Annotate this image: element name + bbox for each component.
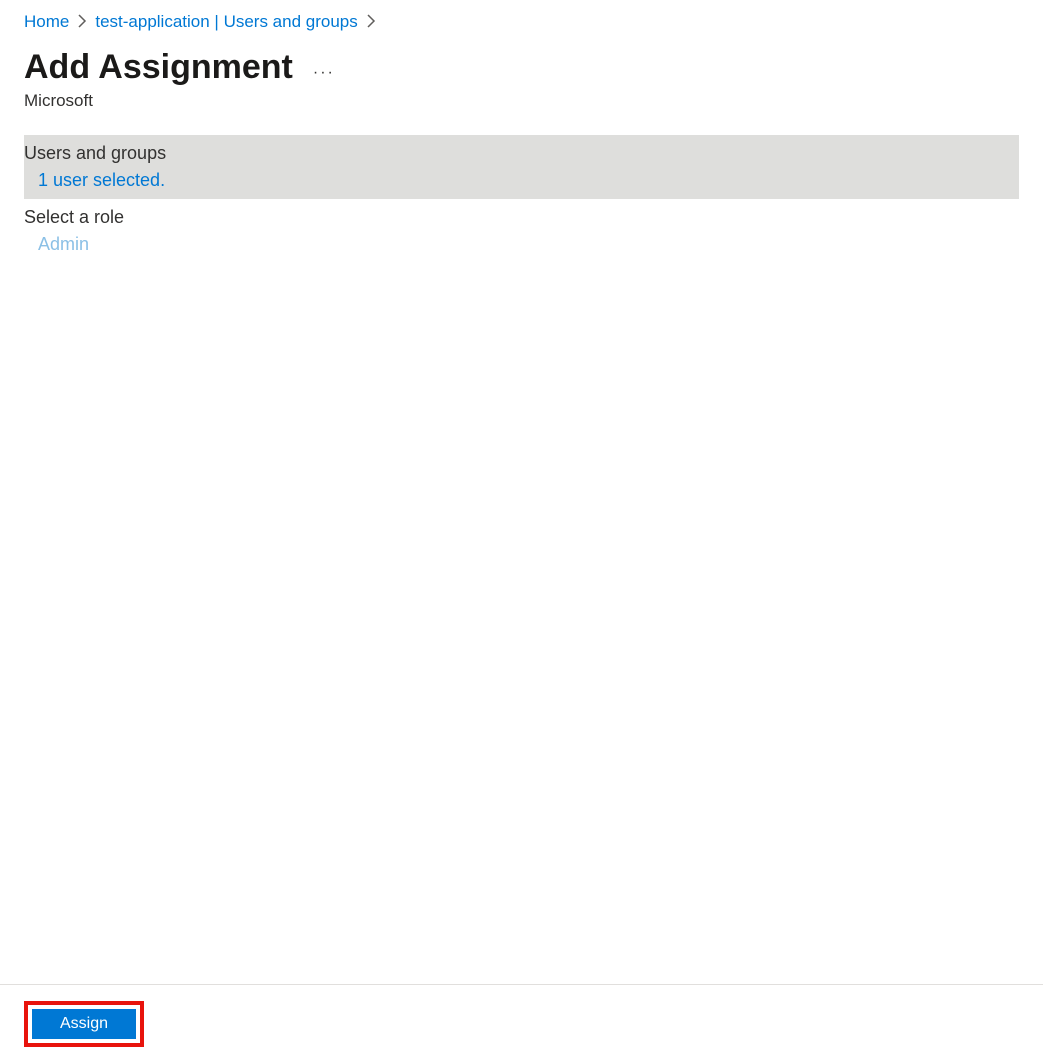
select-role-value[interactable]: Admin — [24, 234, 1019, 255]
users-and-groups-section[interactable]: Users and groups 1 user selected. — [24, 135, 1019, 199]
chevron-right-icon — [77, 14, 87, 31]
page-title: Add Assignment — [24, 48, 293, 87]
breadcrumb: Home test-application | Users and groups — [0, 0, 1043, 40]
select-role-section[interactable]: Select a role Admin — [24, 199, 1019, 263]
users-and-groups-value[interactable]: 1 user selected. — [24, 170, 1019, 191]
assign-highlight-box: Assign — [24, 1001, 144, 1047]
more-options-icon[interactable]: ··· — [313, 54, 335, 82]
page-header: Add Assignment ··· — [0, 40, 1043, 91]
select-role-label: Select a role — [24, 207, 1019, 234]
breadcrumb-home-link[interactable]: Home — [24, 12, 69, 32]
chevron-right-icon — [366, 14, 376, 31]
users-and-groups-label: Users and groups — [24, 143, 1019, 170]
page-subtitle: Microsoft — [0, 91, 1043, 135]
assign-button[interactable]: Assign — [32, 1009, 136, 1039]
breadcrumb-app-link[interactable]: test-application | Users and groups — [95, 12, 357, 32]
footer-bar: Assign — [0, 984, 1043, 1063]
